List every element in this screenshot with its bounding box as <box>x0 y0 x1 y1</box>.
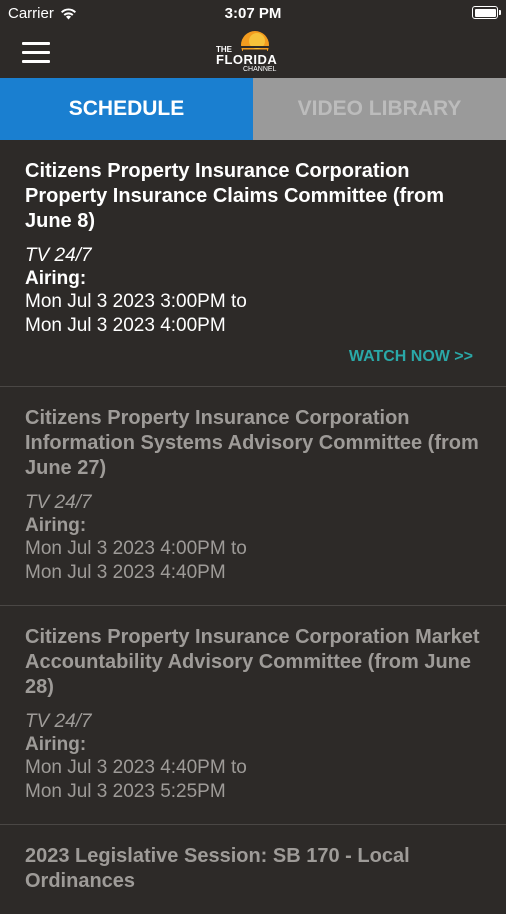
item-title: 2023 Legislative Session: SB 170 - Local… <box>25 845 410 892</box>
tab-bar: SCHEDULE VIDEO LIBRARY <box>0 78 506 140</box>
item-end-time: Mon Jul 3 2023 4:40PM <box>25 562 226 583</box>
item-title: Citizens Property Insurance Corporation … <box>25 160 444 232</box>
schedule-item[interactable]: 2023 Legislative Session: SB 170 - Local… <box>0 825 506 914</box>
battery-icon <box>472 6 501 19</box>
item-channel: TV 24/7 <box>25 245 92 266</box>
nav-bar: THE FLORIDA CHANNEL <box>0 28 506 78</box>
schedule-item[interactable]: Citizens Property Insurance Corporation … <box>0 140 506 387</box>
item-channel: TV 24/7 <box>25 492 92 513</box>
item-start-time: Mon Jul 3 2023 4:00PM to <box>25 538 247 559</box>
watch-row: WATCH NOW >> <box>25 348 481 366</box>
schedule-item[interactable]: Citizens Property Insurance Corporation … <box>0 387 506 606</box>
watch-now-button[interactable]: WATCH NOW >> <box>349 348 473 365</box>
item-start-time: Mon Jul 3 2023 4:40PM to <box>25 757 247 778</box>
item-start-time: Mon Jul 3 2023 3:00PM to <box>25 291 247 312</box>
logo-channel-text: CHANNEL <box>243 66 277 73</box>
tab-video-library[interactable]: VIDEO LIBRARY <box>253 78 506 140</box>
tab-schedule[interactable]: SCHEDULE <box>0 78 253 140</box>
hamburger-menu-icon[interactable] <box>22 42 52 64</box>
item-end-time: Mon Jul 3 2023 5:25PM <box>25 781 226 802</box>
item-title: Citizens Property Insurance Corporation … <box>25 626 480 698</box>
item-airing-label: Airing: <box>25 515 87 536</box>
item-airing-label: Airing: <box>25 734 87 755</box>
sun-logo-icon <box>241 31 269 51</box>
schedule-item[interactable]: Citizens Property Insurance Corporation … <box>0 606 506 825</box>
florida-channel-logo: THE FLORIDA CHANNEL <box>213 28 297 78</box>
item-airing-label: Airing: <box>25 268 87 289</box>
item-title: Citizens Property Insurance Corporation … <box>25 407 479 479</box>
status-time: 3:07 PM <box>224 5 282 22</box>
item-end-time: Mon Jul 3 2023 4:00PM <box>25 315 226 336</box>
item-channel: TV 24/7 <box>25 711 92 732</box>
status-bar: Carrier 3:07 PM <box>0 0 506 28</box>
logo-florida-text: FLORIDA <box>216 52 278 67</box>
schedule-list: Citizens Property Insurance Corporation … <box>0 140 506 914</box>
